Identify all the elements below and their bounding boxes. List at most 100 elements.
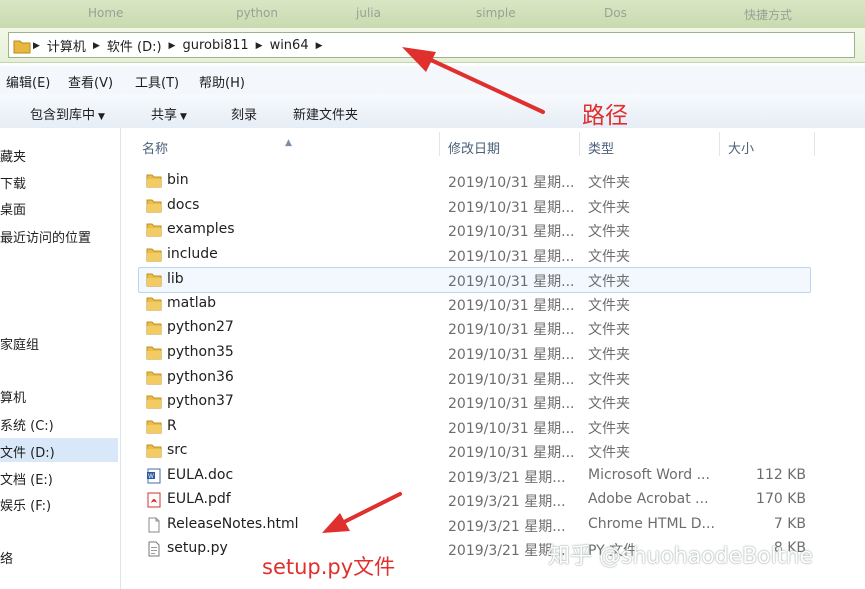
column-date-label: 修改日期: [448, 142, 501, 157]
folder-icon: [146, 394, 162, 409]
folder-icon: [146, 198, 162, 213]
file-date: 2019/10/31 星期...: [448, 322, 575, 338]
breadcrumb-item[interactable]: gurobi811: [177, 38, 253, 53]
nav-item-network[interactable]: 络: [0, 548, 13, 567]
file-row[interactable]: python35 2019/10/31 星期... 文件夹: [139, 341, 810, 365]
menu-edit[interactable]: 编辑(E): [6, 72, 50, 91]
file-date: 2019/10/31 星期...: [448, 347, 575, 363]
file-row[interactable]: examples 2019/10/31 星期... 文件夹: [139, 218, 810, 242]
file-row[interactable]: W EULA.doc 2019/3/21 星期... Microsoft Word .…: [139, 464, 810, 488]
file-row[interactable]: lib 2019/10/31 星期... 文件夹: [138, 267, 811, 293]
menu-tools[interactable]: 工具(T): [135, 72, 179, 91]
file-name: lib: [167, 271, 184, 287]
column-header-size[interactable]: 大小: [721, 128, 811, 160]
file-list: 名称 ▲ 修改日期 类型 大小 bin 2019/10/31 星期... 文件夹 doc…: [121, 128, 865, 589]
tab-0[interactable]: Home: [88, 6, 123, 26]
file-name: setup.py: [167, 540, 228, 556]
file-name: R: [167, 418, 177, 434]
file-row[interactable]: docs 2019/10/31 星期... 文件夹: [139, 194, 810, 218]
column-divider[interactable]: [814, 132, 815, 156]
tab-2[interactable]: julia: [356, 6, 381, 26]
chevron-right-icon[interactable]: ▶: [254, 41, 265, 51]
column-divider[interactable]: [439, 132, 440, 156]
file-type: Chrome HTML D...: [588, 516, 715, 532]
file-type: 文件夹: [588, 298, 630, 314]
file-row[interactable]: python37 2019/10/31 星期... 文件夹: [139, 390, 810, 414]
file-type: 文件夹: [588, 200, 630, 216]
file-row[interactable]: python36 2019/10/31 星期... 文件夹: [139, 366, 810, 390]
nav-item-drive-c[interactable]: 系统 (C:): [0, 415, 54, 434]
file-name: EULA.doc: [167, 467, 234, 483]
file-date: 2019/10/31 星期...: [448, 421, 575, 437]
breadcrumb-item[interactable]: 软件 (D:): [102, 36, 167, 55]
file-type: 文件夹: [588, 175, 630, 191]
column-header-name[interactable]: 名称 ▲: [121, 128, 441, 160]
breadcrumb-item[interactable]: win64: [265, 38, 314, 53]
pdf-icon: [146, 492, 162, 508]
file-name: src: [167, 442, 188, 458]
column-size-label: 大小: [728, 142, 755, 157]
file-row[interactable]: bin 2019/10/31 星期... 文件夹: [139, 169, 810, 193]
file-row[interactable]: src 2019/10/31 星期... 文件夹: [139, 439, 810, 463]
tab-1[interactable]: python: [236, 6, 278, 26]
folder-icon: [146, 345, 162, 360]
file-date: 2019/3/21 星期...: [448, 470, 566, 486]
file-name: EULA.pdf: [167, 491, 231, 507]
nav-item-desktop[interactable]: 桌面: [0, 199, 26, 218]
file-date: 2019/3/21 星期...: [448, 494, 566, 510]
address-field[interactable]: ▶ 计算机 ▶ 软件 (D:) ▶ gurobi811 ▶ win64 ▶: [8, 32, 855, 58]
column-divider[interactable]: [579, 132, 580, 156]
share-button[interactable]: 共享 ▼: [151, 104, 187, 123]
file-type: 文件夹: [588, 274, 630, 290]
nav-item-downloads[interactable]: 下载: [0, 173, 26, 192]
tab-5[interactable]: 快捷方式: [744, 6, 792, 26]
nav-item-drive-f[interactable]: 娱乐 (F:): [0, 495, 51, 514]
nav-item-drive-d[interactable]: 文件 (D:): [0, 442, 55, 461]
menu-view[interactable]: 查看(V): [68, 72, 113, 91]
chevron-right-icon[interactable]: ▶: [314, 41, 325, 51]
chevron-right-icon[interactable]: ▶: [91, 41, 102, 51]
nav-item-computer[interactable]: 算机: [0, 387, 26, 406]
file-size: 7 KB: [773, 516, 806, 532]
file-type: 文件夹: [588, 421, 630, 437]
file-size: 112 KB: [756, 467, 806, 483]
column-header-type[interactable]: 类型: [581, 128, 721, 160]
nav-item-favorites[interactable]: 藏夹: [0, 146, 26, 165]
chevron-right-icon[interactable]: ▶: [31, 41, 42, 51]
file-date: 2019/10/31 星期...: [448, 372, 575, 388]
tab-3[interactable]: simple: [476, 6, 516, 26]
file-row[interactable]: R 2019/10/31 星期... 文件夹: [139, 415, 810, 439]
file-date: 2019/10/31 星期...: [448, 224, 575, 240]
breadcrumb-item[interactable]: 计算机: [42, 36, 91, 55]
file-name: python35: [167, 344, 234, 360]
file-row[interactable]: ReleaseNotes.html 2019/3/21 星期... Chrome H…: [139, 513, 810, 537]
nav-item-recent-places[interactable]: 最近访问的位置: [0, 227, 91, 246]
breadcrumb: ▶ 计算机 ▶ 软件 (D:) ▶ gurobi811 ▶ win64 ▶: [13, 36, 325, 55]
file-type: 文件夹: [588, 347, 630, 363]
file-row[interactable]: matlab 2019/10/31 星期... 文件夹: [139, 292, 810, 316]
burn-button[interactable]: 刻录: [231, 104, 257, 123]
address-bar: ▶ 计算机 ▶ 软件 (D:) ▶ gurobi811 ▶ win64 ▶: [0, 28, 865, 63]
file-type: 文件夹: [588, 396, 630, 412]
tab-4[interactable]: Dos: [604, 6, 627, 26]
file-name: examples: [167, 221, 235, 237]
file-row[interactable]: include 2019/10/31 星期... 文件夹: [139, 243, 810, 267]
include-in-library-button[interactable]: 包含到库中 ▼: [30, 104, 105, 123]
menu-help[interactable]: 帮助(H): [199, 72, 245, 91]
nav-item-drive-e[interactable]: 文档 (E:): [0, 469, 53, 488]
folder-icon: [146, 173, 162, 188]
file-row[interactable]: EULA.pdf 2019/3/21 星期... Adobe Acrobat ...…: [139, 488, 810, 512]
file-date: 2019/10/31 星期...: [448, 175, 575, 191]
chevron-right-icon[interactable]: ▶: [167, 41, 178, 51]
file-row[interactable]: python27 2019/10/31 星期... 文件夹: [139, 316, 810, 340]
new-folder-button[interactable]: 新建文件夹: [293, 104, 358, 123]
file-name: include: [167, 246, 218, 262]
column-header-date[interactable]: 修改日期: [441, 128, 581, 160]
nav-item-homegroup[interactable]: 家庭组: [0, 334, 39, 353]
file-type: 文件夹: [588, 224, 630, 240]
file-name: bin: [167, 172, 189, 188]
column-divider[interactable]: [719, 132, 720, 156]
sort-up-icon: ▲: [285, 138, 292, 148]
file-type: 文件夹: [588, 372, 630, 388]
folder-icon: [146, 296, 162, 311]
